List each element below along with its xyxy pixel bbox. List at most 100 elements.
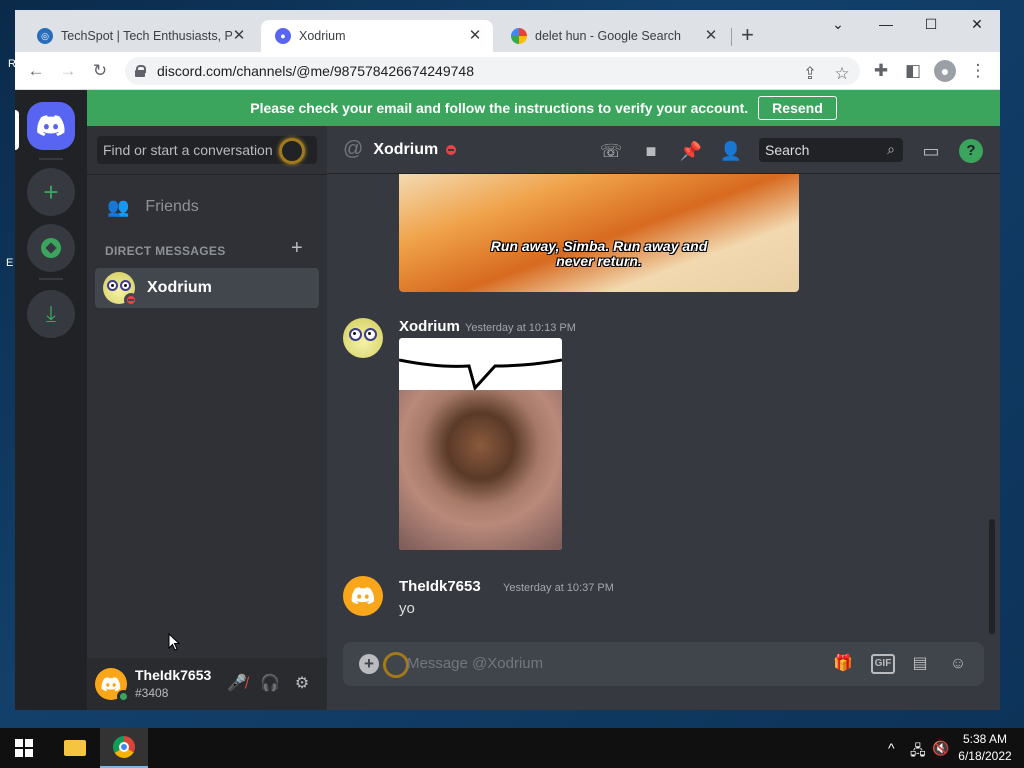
voice-call-icon[interactable]: ☏ bbox=[599, 139, 623, 163]
chrome-icon bbox=[113, 736, 135, 758]
folder-icon bbox=[64, 740, 86, 756]
close-tab-icon[interactable]: ✕ bbox=[703, 28, 719, 44]
reload-icon[interactable]: ↻ bbox=[89, 60, 111, 82]
dnd-status-icon bbox=[124, 293, 138, 307]
desktop-icon-label: E bbox=[6, 257, 14, 269]
gift-icon[interactable]: 🎁 bbox=[832, 653, 854, 675]
headphones-icon[interactable]: 🎧 bbox=[259, 673, 281, 695]
emoji-icon[interactable]: ☺ bbox=[947, 653, 969, 675]
new-tab-button[interactable]: + bbox=[741, 24, 754, 46]
inbox-icon[interactable]: ▭ bbox=[919, 139, 943, 163]
home-button[interactable] bbox=[27, 102, 75, 150]
avatar[interactable] bbox=[343, 318, 383, 358]
tab-xodrium[interactable]: ● Xodrium ✕ bbox=[261, 20, 493, 52]
browser-window: ◎ TechSpot | Tech Enthusiasts, Pow ✕ ● X… bbox=[15, 10, 1000, 710]
lion-king-gif[interactable]: Run away, Simba. Run away and never retu… bbox=[399, 174, 799, 292]
search-input[interactable]: Search ⌕ bbox=[759, 138, 903, 162]
clock-time: 5:38 AM bbox=[962, 732, 1008, 746]
message-composer[interactable]: + Message @Xodrium 🎁 GIF ▤ ☺ bbox=[343, 642, 984, 686]
gif-button[interactable]: GIF bbox=[871, 654, 895, 674]
sticker-icon[interactable]: ▤ bbox=[909, 653, 931, 675]
extensions-puzzle-icon[interactable]: ✚ bbox=[870, 60, 892, 82]
download-icon: ⤓ bbox=[46, 301, 56, 326]
mute-microphone-icon[interactable]: 🎤̸ bbox=[226, 673, 248, 695]
lock-icon bbox=[135, 65, 146, 77]
message-input[interactable]: Message @Xodrium bbox=[407, 655, 543, 672]
create-dm-button[interactable]: + bbox=[291, 237, 303, 260]
tab-google-search[interactable]: delet hun - Google Search ✕ bbox=[497, 20, 729, 52]
profile-avatar-icon[interactable]: ● bbox=[934, 60, 956, 82]
selected-pill bbox=[15, 110, 19, 150]
show-hidden-icons-chevron-icon[interactable]: ^ bbox=[888, 740, 895, 756]
google-favicon-icon bbox=[511, 28, 527, 44]
server-list: + ⤓ bbox=[15, 90, 87, 710]
message-author[interactable]: Xodrium bbox=[399, 318, 460, 335]
user-avatar[interactable] bbox=[95, 668, 130, 703]
banner-text: Please check your email and follow the i… bbox=[250, 100, 749, 116]
menu-kebab-icon[interactable]: ⋮ bbox=[967, 60, 989, 82]
reaction-image[interactable] bbox=[399, 338, 562, 550]
plus-icon: + bbox=[43, 177, 59, 207]
address-bar[interactable]: discord.com/channels/@me/987578426674249… bbox=[125, 57, 860, 85]
chat-area: @ Xodrium ☏ ■ 📌 👤 Search ⌕ ▭ ? Run away,… bbox=[327, 126, 1000, 710]
explore-servers-button[interactable] bbox=[27, 224, 75, 272]
message-timestamp: Yesterday at 10:37 PM bbox=[503, 582, 614, 594]
settings-gear-icon[interactable]: ⚙ bbox=[291, 673, 313, 695]
minimize-icon[interactable]: — bbox=[871, 16, 901, 32]
share-icon[interactable]: ⇪ bbox=[799, 63, 821, 85]
compass-icon bbox=[41, 238, 61, 258]
video-call-icon[interactable]: ■ bbox=[639, 139, 663, 163]
network-icon[interactable]: 🖧 bbox=[910, 740, 926, 764]
help-icon[interactable]: ? bbox=[959, 139, 983, 163]
username: TheIdk7653 bbox=[135, 667, 212, 683]
file-explorer-button[interactable] bbox=[51, 728, 99, 768]
close-window-icon[interactable]: ✕ bbox=[962, 16, 992, 33]
clock-date: 6/18/2022 bbox=[958, 749, 1012, 763]
friends-label: Friends bbox=[145, 198, 199, 215]
close-tab-icon[interactable]: ✕ bbox=[231, 28, 247, 44]
close-tab-icon[interactable]: ✕ bbox=[467, 28, 483, 44]
tab-techspot[interactable]: ◎ TechSpot | Tech Enthusiasts, Pow ✕ bbox=[23, 20, 257, 52]
friends-icon: 👥 bbox=[107, 196, 130, 217]
start-button[interactable] bbox=[0, 728, 48, 768]
system-clock[interactable]: 5:38 AM 6/18/2022 bbox=[950, 731, 1020, 765]
search-icon: ⌕ bbox=[887, 141, 895, 157]
click-indicator bbox=[279, 138, 305, 164]
gif-caption: never return. bbox=[556, 253, 642, 269]
add-friend-to-dm-icon[interactable]: 👤 bbox=[719, 139, 743, 163]
message-content: yo bbox=[399, 600, 415, 617]
url-text: discord.com/channels/@me/987578426674249… bbox=[157, 63, 474, 79]
photo bbox=[399, 390, 562, 550]
gif-caption: Run away, Simba. Run away and bbox=[490, 238, 708, 254]
chat-scrollbar[interactable] bbox=[989, 519, 995, 634]
back-arrow-icon[interactable]: ← bbox=[25, 60, 47, 82]
avatar[interactable] bbox=[343, 576, 383, 616]
tab-separator bbox=[731, 28, 732, 46]
tab-search-chevron-icon[interactable]: ⌄ bbox=[823, 16, 853, 33]
forward-arrow-icon[interactable]: → bbox=[57, 60, 79, 82]
at-icon: @ bbox=[343, 138, 364, 160]
bookmark-star-icon[interactable]: ☆ bbox=[831, 63, 853, 85]
add-server-button[interactable]: + bbox=[27, 168, 75, 216]
download-apps-button[interactable]: ⤓ bbox=[27, 290, 75, 338]
dnd-status-icon bbox=[446, 144, 457, 155]
chrome-taskbar-button[interactable] bbox=[100, 728, 148, 768]
server-separator bbox=[39, 158, 63, 160]
side-panel-icon[interactable]: ◧ bbox=[902, 60, 924, 82]
maximize-icon[interactable]: ☐ bbox=[916, 16, 946, 33]
pinned-messages-icon[interactable]: 📌 bbox=[679, 139, 703, 163]
message-author[interactable]: TheIdk7653 bbox=[399, 578, 481, 595]
attach-plus-icon[interactable]: + bbox=[359, 654, 379, 674]
volume-muted-icon[interactable]: 🔇 bbox=[932, 740, 949, 757]
dm-item-xodrium[interactable]: Xodrium bbox=[95, 268, 319, 308]
speech-bubble-graphic bbox=[399, 358, 562, 390]
dm-name: Xodrium bbox=[147, 279, 212, 296]
discord-logo-icon bbox=[101, 676, 121, 691]
techspot-favicon-icon: ◎ bbox=[37, 28, 53, 44]
resend-button[interactable]: Resend bbox=[758, 96, 837, 120]
friends-nav-item[interactable]: 👥 Friends bbox=[95, 186, 319, 228]
message-timestamp: Yesterday at 10:13 PM bbox=[465, 322, 576, 334]
discord-favicon-icon: ● bbox=[275, 28, 291, 44]
user-tag: #3408 bbox=[135, 686, 169, 700]
click-indicator bbox=[383, 652, 409, 678]
